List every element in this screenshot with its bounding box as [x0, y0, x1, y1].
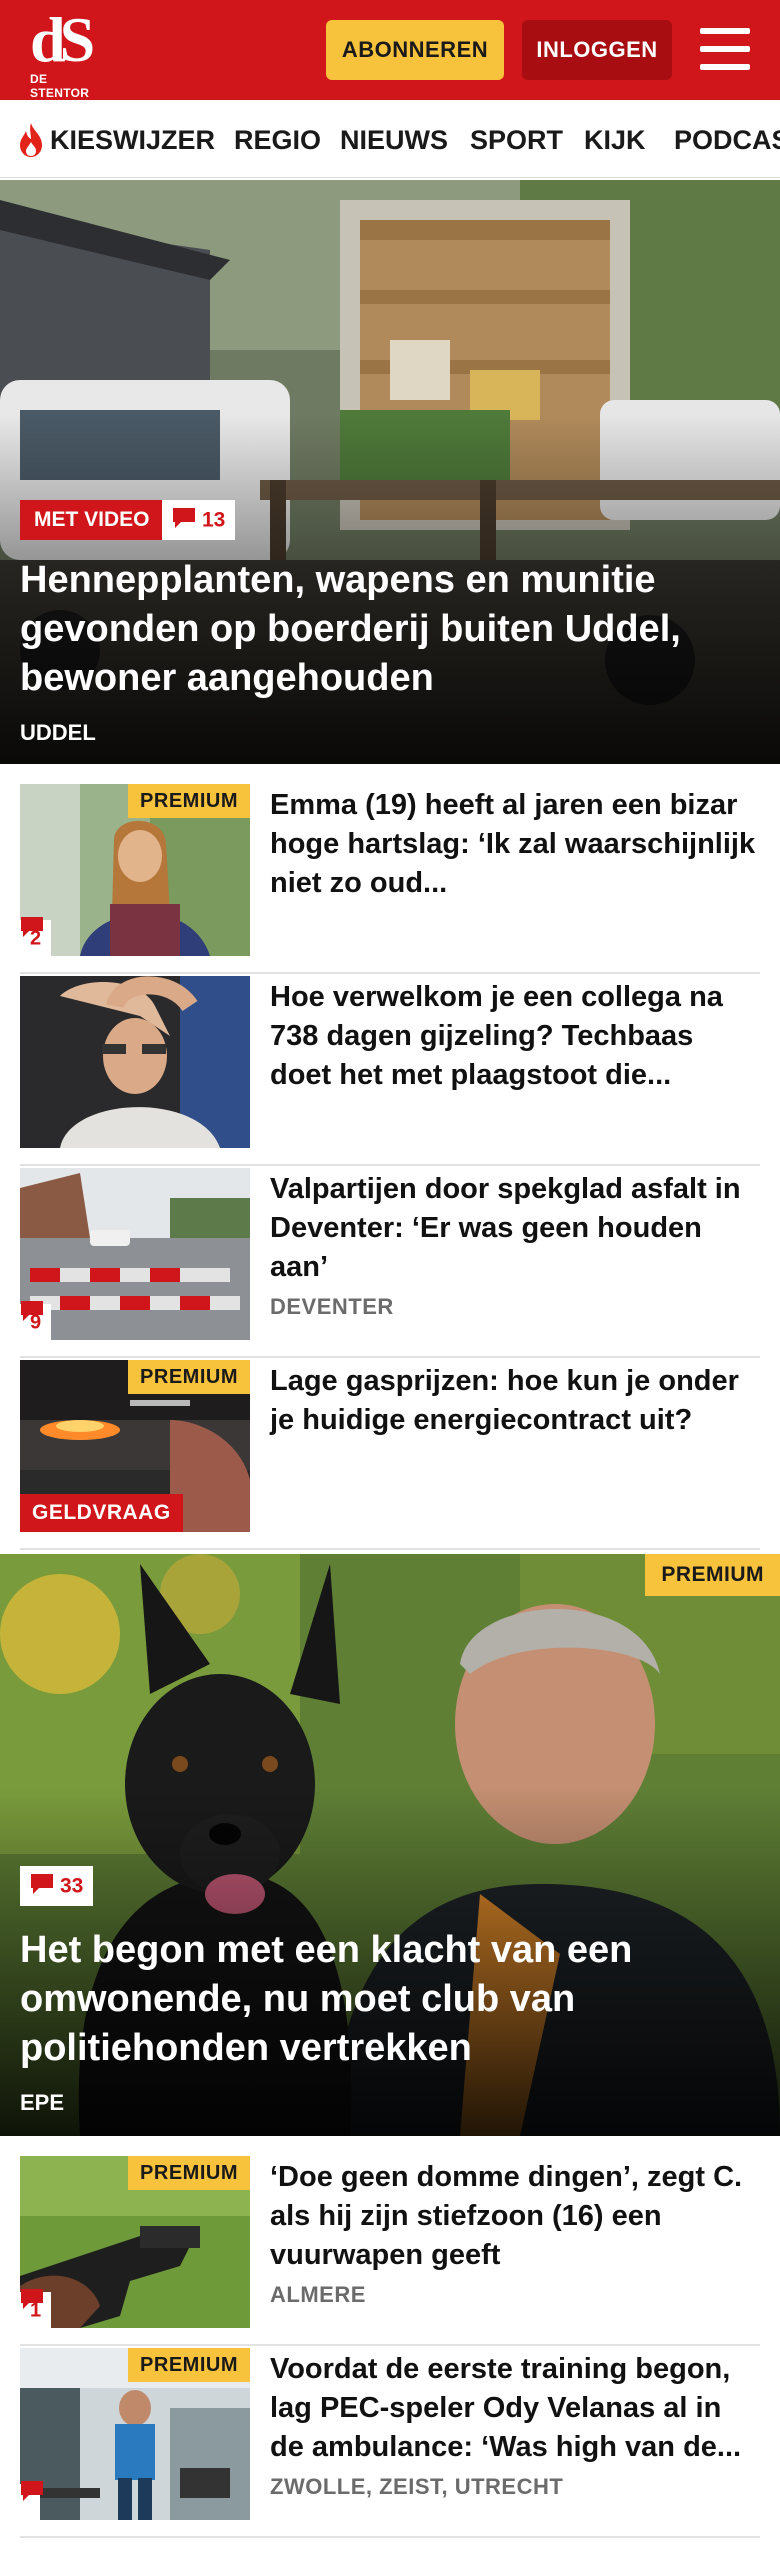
article-headline[interactable]: Valpartijen door spekglad asfalt in Deve… [270, 1170, 760, 1287]
article-location: ZWOLLE, ZEIST, UTRECHT [270, 2474, 564, 2499]
thumbnail-image [20, 1168, 250, 1340]
article-thumbnail: PREMIUM GELDVRAAG [20, 1360, 250, 1532]
premium-tag: PREMIUM [128, 2348, 250, 2382]
list-item[interactable]: 9 Valpartijen door spekglad asfalt in De… [20, 1168, 760, 1358]
hero-headline[interactable]: Hennepplanten, wapens en munitie gevonde… [20, 556, 760, 703]
list-item[interactable]: PREMIUM GELDVRAAG Lage gasprijzen: hoe k… [20, 1360, 760, 1550]
comment-icon [173, 508, 195, 529]
article-location: ALMERE [270, 2282, 366, 2307]
comment-count[interactable] [20, 2481, 43, 2520]
list-item[interactable]: PREMIUM 1 ‘Doe geen domme dingen’, zegt … [20, 2156, 760, 2346]
comment-count[interactable]: 13 [162, 500, 236, 540]
video-tag: MET VIDEO [20, 500, 164, 540]
hamburger-icon[interactable] [700, 26, 752, 72]
comment-count[interactable]: 1 [20, 2289, 52, 2328]
comment-count-value: 13 [202, 508, 226, 532]
hero-article[interactable]: MET VIDEO 13 Hennepplanten, wapens en mu… [0, 180, 780, 764]
comment-count[interactable]: 33 [20, 1866, 94, 1906]
flame-icon [20, 123, 42, 157]
site-logo[interactable]: dS DE STENTOR [30, 4, 110, 101]
comment-count-value: 33 [60, 1874, 84, 1898]
hero-headline[interactable]: Het begon met een klacht van een omwonen… [20, 1926, 760, 2073]
nav-item-nieuws[interactable]: NIEUWS [340, 124, 448, 156]
comment-icon [21, 917, 43, 937]
thumbnail-image [20, 976, 250, 1148]
list-item[interactable]: PREMIUM Voordat de eerste training begon… [20, 2348, 760, 2538]
logo-mark: dS [30, 4, 95, 75]
subscribe-button[interactable]: ABONNEREN [326, 20, 504, 80]
article-thumbnail: PREMIUM 1 [20, 2156, 250, 2328]
logo-wordmark: DE STENTOR [30, 72, 90, 100]
comment-icon [21, 1301, 43, 1321]
nav-item-regio[interactable]: REGIO [234, 124, 321, 156]
hero-article[interactable]: PREMIUM 33 Het begon met een klacht van … [0, 1554, 780, 2136]
comment-icon [21, 2481, 43, 2501]
article-headline[interactable]: Voordat de eerste training begon, lag PE… [270, 2350, 760, 2467]
category-tag[interactable]: GELDVRAAG [20, 1494, 183, 1532]
comment-icon [21, 2289, 43, 2309]
article-location: DEVENTER [270, 1294, 394, 1319]
premium-tag: PREMIUM [128, 784, 250, 818]
article-headline[interactable]: Emma (19) heeft al jaren een bizar hoge … [270, 786, 760, 903]
article-thumbnail: PREMIUM 2 [20, 784, 250, 956]
comment-count[interactable]: 2 [20, 917, 52, 956]
comment-icon [31, 1874, 53, 1895]
comment-count[interactable]: 9 [20, 1301, 52, 1340]
premium-tag: PREMIUM [645, 1554, 780, 1596]
article-headline[interactable]: Lage gasprijzen: hoe kun je onder je hui… [270, 1362, 760, 1440]
login-button[interactable]: INLOGGEN [522, 20, 672, 80]
premium-tag: PREMIUM [128, 1360, 250, 1394]
article-thumbnail [20, 976, 250, 1148]
article-headline[interactable]: Hoe verwelkom je een collega na 738 dage… [270, 978, 760, 1095]
site-header: dS DE STENTOR ABONNEREN INLOGGEN [0, 0, 780, 100]
article-thumbnail: PREMIUM [20, 2348, 250, 2520]
nav-item-podcasts[interactable]: PODCAS [674, 124, 780, 156]
nav-item-kieswijzer[interactable]: KIESWIJZER [50, 124, 215, 156]
nav-item-kijk[interactable]: KIJK [584, 124, 646, 156]
article-thumbnail: 9 [20, 1168, 250, 1340]
nav-item-sport[interactable]: SPORT [470, 124, 563, 156]
main-nav: KIESWIJZER REGIO NIEUWS SPORT KIJK PODCA… [0, 100, 780, 178]
list-item[interactable]: PREMIUM 2 Emma (19) heeft al jaren een b… [20, 784, 760, 974]
hero-location: EPE [20, 2090, 65, 2115]
article-headline[interactable]: ‘Doe geen domme dingen’, zegt C. als hij… [270, 2158, 760, 2275]
premium-tag: PREMIUM [128, 2156, 250, 2190]
list-item[interactable]: Hoe verwelkom je een collega na 738 dage… [20, 976, 760, 1166]
hero-location: UDDEL [20, 720, 96, 745]
